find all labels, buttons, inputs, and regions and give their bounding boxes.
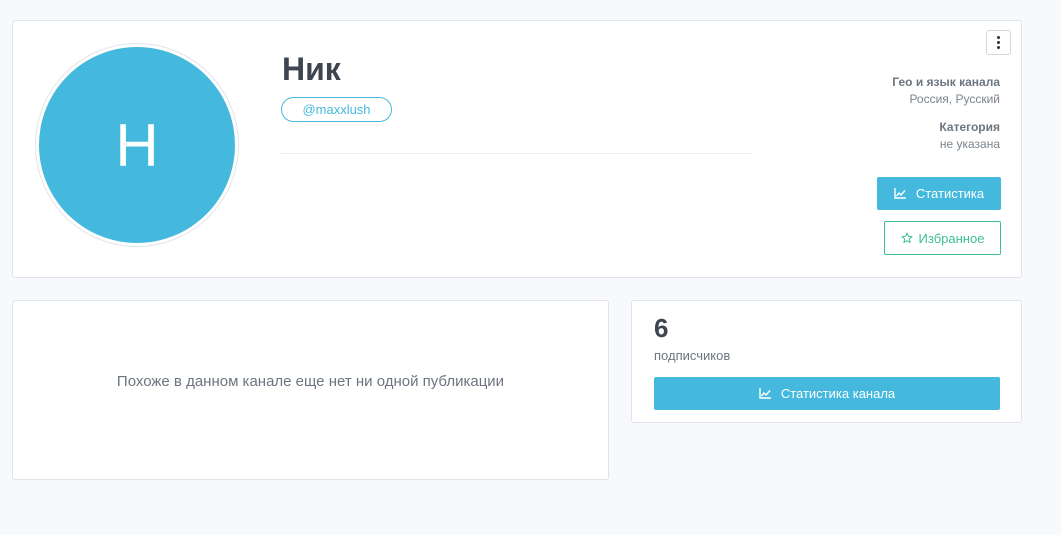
statistics-button-label: Статистика bbox=[915, 186, 985, 201]
favorite-button-label: Избранное bbox=[918, 230, 985, 246]
geo-label: Гео и язык канала bbox=[892, 75, 1000, 89]
category-block: Категория не указана bbox=[939, 120, 1000, 151]
line-chart-icon bbox=[894, 188, 906, 199]
no-posts-message: Похоже в данном канале еще нет ни одной … bbox=[116, 373, 505, 390]
channel-statistics-button[interactable]: Статистика канала bbox=[654, 377, 1000, 410]
category-value: не указана bbox=[939, 137, 1000, 151]
geo-value: Россия, Русский bbox=[909, 92, 1000, 106]
line-chart-icon bbox=[759, 388, 771, 399]
avatar-letter: Н bbox=[39, 47, 235, 243]
channel-statistics-button-label: Статистика канала bbox=[780, 386, 896, 401]
star-icon bbox=[901, 232, 913, 244]
more-options-button[interactable] bbox=[986, 30, 1011, 55]
subscribers-label: подписчиков bbox=[654, 348, 731, 363]
favorite-button[interactable]: Избранное bbox=[884, 221, 1001, 255]
channel-name: Ник bbox=[282, 51, 341, 87]
divider bbox=[281, 153, 753, 154]
posts-card: Похоже в данном канале еще нет ни одной … bbox=[12, 300, 609, 480]
category-label: Категория bbox=[939, 120, 1000, 134]
subscribers-count: 6 bbox=[654, 313, 669, 343]
channel-profile-card: Н Ник @maxxlush Гео и язык канала Россия… bbox=[12, 20, 1022, 278]
geo-language-block: Гео и язык канала Россия, Русский bbox=[892, 75, 1000, 106]
username-badge[interactable]: @maxxlush bbox=[281, 97, 392, 122]
avatar: Н bbox=[35, 43, 239, 247]
kebab-menu-icon bbox=[997, 36, 1000, 49]
subscribers-card: 6 подписчиков Статистика канала bbox=[631, 300, 1022, 423]
statistics-button[interactable]: Статистика bbox=[877, 177, 1001, 210]
